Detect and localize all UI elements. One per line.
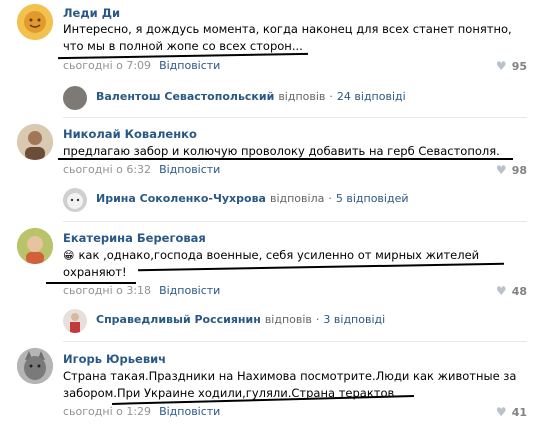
reply-separator: ·: [328, 192, 332, 205]
comment-text-line-2: охраняют!: [63, 265, 127, 279]
person-photo-avatar[interactable]: [17, 124, 53, 160]
heart-icon: ♥: [495, 163, 507, 177]
reply-avatar: [63, 309, 87, 333]
replies-row[interactable]: Справедливый Россиянин відповів · 3 відпові…: [0, 306, 547, 338]
comment-author[interactable]: Николай Коваленко: [63, 127, 197, 141]
reply-verb: відповів: [278, 90, 326, 103]
reply-button[interactable]: Відповісти: [159, 163, 220, 176]
reply-author[interactable]: Ирина Соколенко-Чухрова: [96, 192, 266, 205]
comment-time[interactable]: сьогодні о 7:09: [63, 59, 151, 72]
reply-separator: ·: [329, 90, 333, 103]
comment-text-line-1: Интересно, я дождусь момента, когда нако…: [63, 22, 512, 36]
annotation-underline: [138, 262, 504, 272]
comment-text-content: как ,однако,господа военные, себя усилен…: [78, 248, 480, 262]
comment-time[interactable]: сьогодні о 3:18: [63, 284, 151, 297]
comment-meta: сьогодні о 7:09 Відповісти: [63, 59, 220, 72]
like-button[interactable]: ♥ 41: [496, 405, 527, 419]
grin-emoji-icon: 😁: [63, 249, 75, 262]
replies-row[interactable]: Валентош Севастопольский відповів · 24 відп…: [0, 83, 547, 115]
comment-time[interactable]: сьогодні о 1:29: [63, 405, 151, 418]
comment-time[interactable]: сьогодні о 6:32: [63, 163, 151, 176]
cat-photo-avatar[interactable]: [17, 348, 53, 384]
like-count: 98: [511, 164, 527, 177]
reply-avatar: [63, 86, 87, 110]
reply-count[interactable]: 5 відповідей: [336, 192, 409, 205]
comment-meta: сьогодні о 1:29 Відповісти: [63, 405, 220, 418]
replies-summary[interactable]: Валентош Севастопольский відповів · 24 відп…: [96, 90, 406, 103]
like-count: 48: [511, 285, 527, 298]
comment-text-line-1: 😁 как ,однако,господа военные, себя усиле…: [63, 247, 479, 264]
annotation-underline: [58, 158, 513, 160]
heart-icon: ♥: [495, 405, 507, 419]
annotation-underline: [46, 282, 136, 284]
comment-author[interactable]: Леди Ди: [63, 6, 120, 20]
like-button[interactable]: ♥ 95: [496, 59, 527, 73]
comment-text-line-2: что мы в полной жопе со всех сторон...: [63, 39, 303, 53]
like-button[interactable]: ♥ 98: [496, 163, 527, 177]
reply-verb: відповіла: [269, 192, 325, 205]
reply-avatar: [63, 188, 87, 212]
divider: [63, 117, 527, 118]
reply-button[interactable]: Відповісти: [159, 405, 220, 418]
reply-count[interactable]: 24 відповіді: [337, 90, 406, 103]
reply-button[interactable]: Відповісти: [159, 284, 220, 297]
reply-separator: ·: [315, 313, 320, 326]
reply-count[interactable]: 3 відповіді: [323, 313, 385, 326]
replies-row[interactable]: Ирина Соколенко-Чухрова відповіла · 5 відпо…: [0, 185, 547, 217]
heart-icon: ♥: [495, 59, 507, 73]
comment-text-line-1: Страна такая.Праздники на Нахимова посмо…: [63, 369, 517, 383]
reply-author[interactable]: Валентош Севастопольский: [96, 90, 274, 103]
like-button[interactable]: ♥ 48: [496, 284, 527, 298]
comment-meta: сьогодні о 3:18 Відповісти: [63, 284, 220, 297]
sun-face-avatar[interactable]: [17, 4, 53, 40]
replies-summary[interactable]: Справедливый Россиянин відповів · 3 відпові…: [96, 313, 385, 326]
child-photo-avatar[interactable]: [17, 228, 53, 264]
like-count: 41: [511, 406, 527, 419]
like-count: 95: [511, 60, 527, 73]
heart-icon: ♥: [495, 284, 507, 298]
comment-meta: сьогодні о 6:32 Відповісти: [63, 163, 220, 176]
comment-author[interactable]: Игорь Юрьевич: [63, 352, 166, 366]
reply-author[interactable]: Справедливый Россиянин: [96, 313, 261, 326]
reply-button[interactable]: Відповісти: [159, 59, 220, 72]
divider: [63, 221, 527, 222]
reply-verb: відповів: [264, 313, 312, 326]
replies-summary[interactable]: Ирина Соколенко-Чухрова відповіла · 5 відпо…: [96, 192, 408, 205]
divider: [63, 341, 527, 342]
comment-author[interactable]: Екатерина Береговая: [63, 231, 206, 245]
